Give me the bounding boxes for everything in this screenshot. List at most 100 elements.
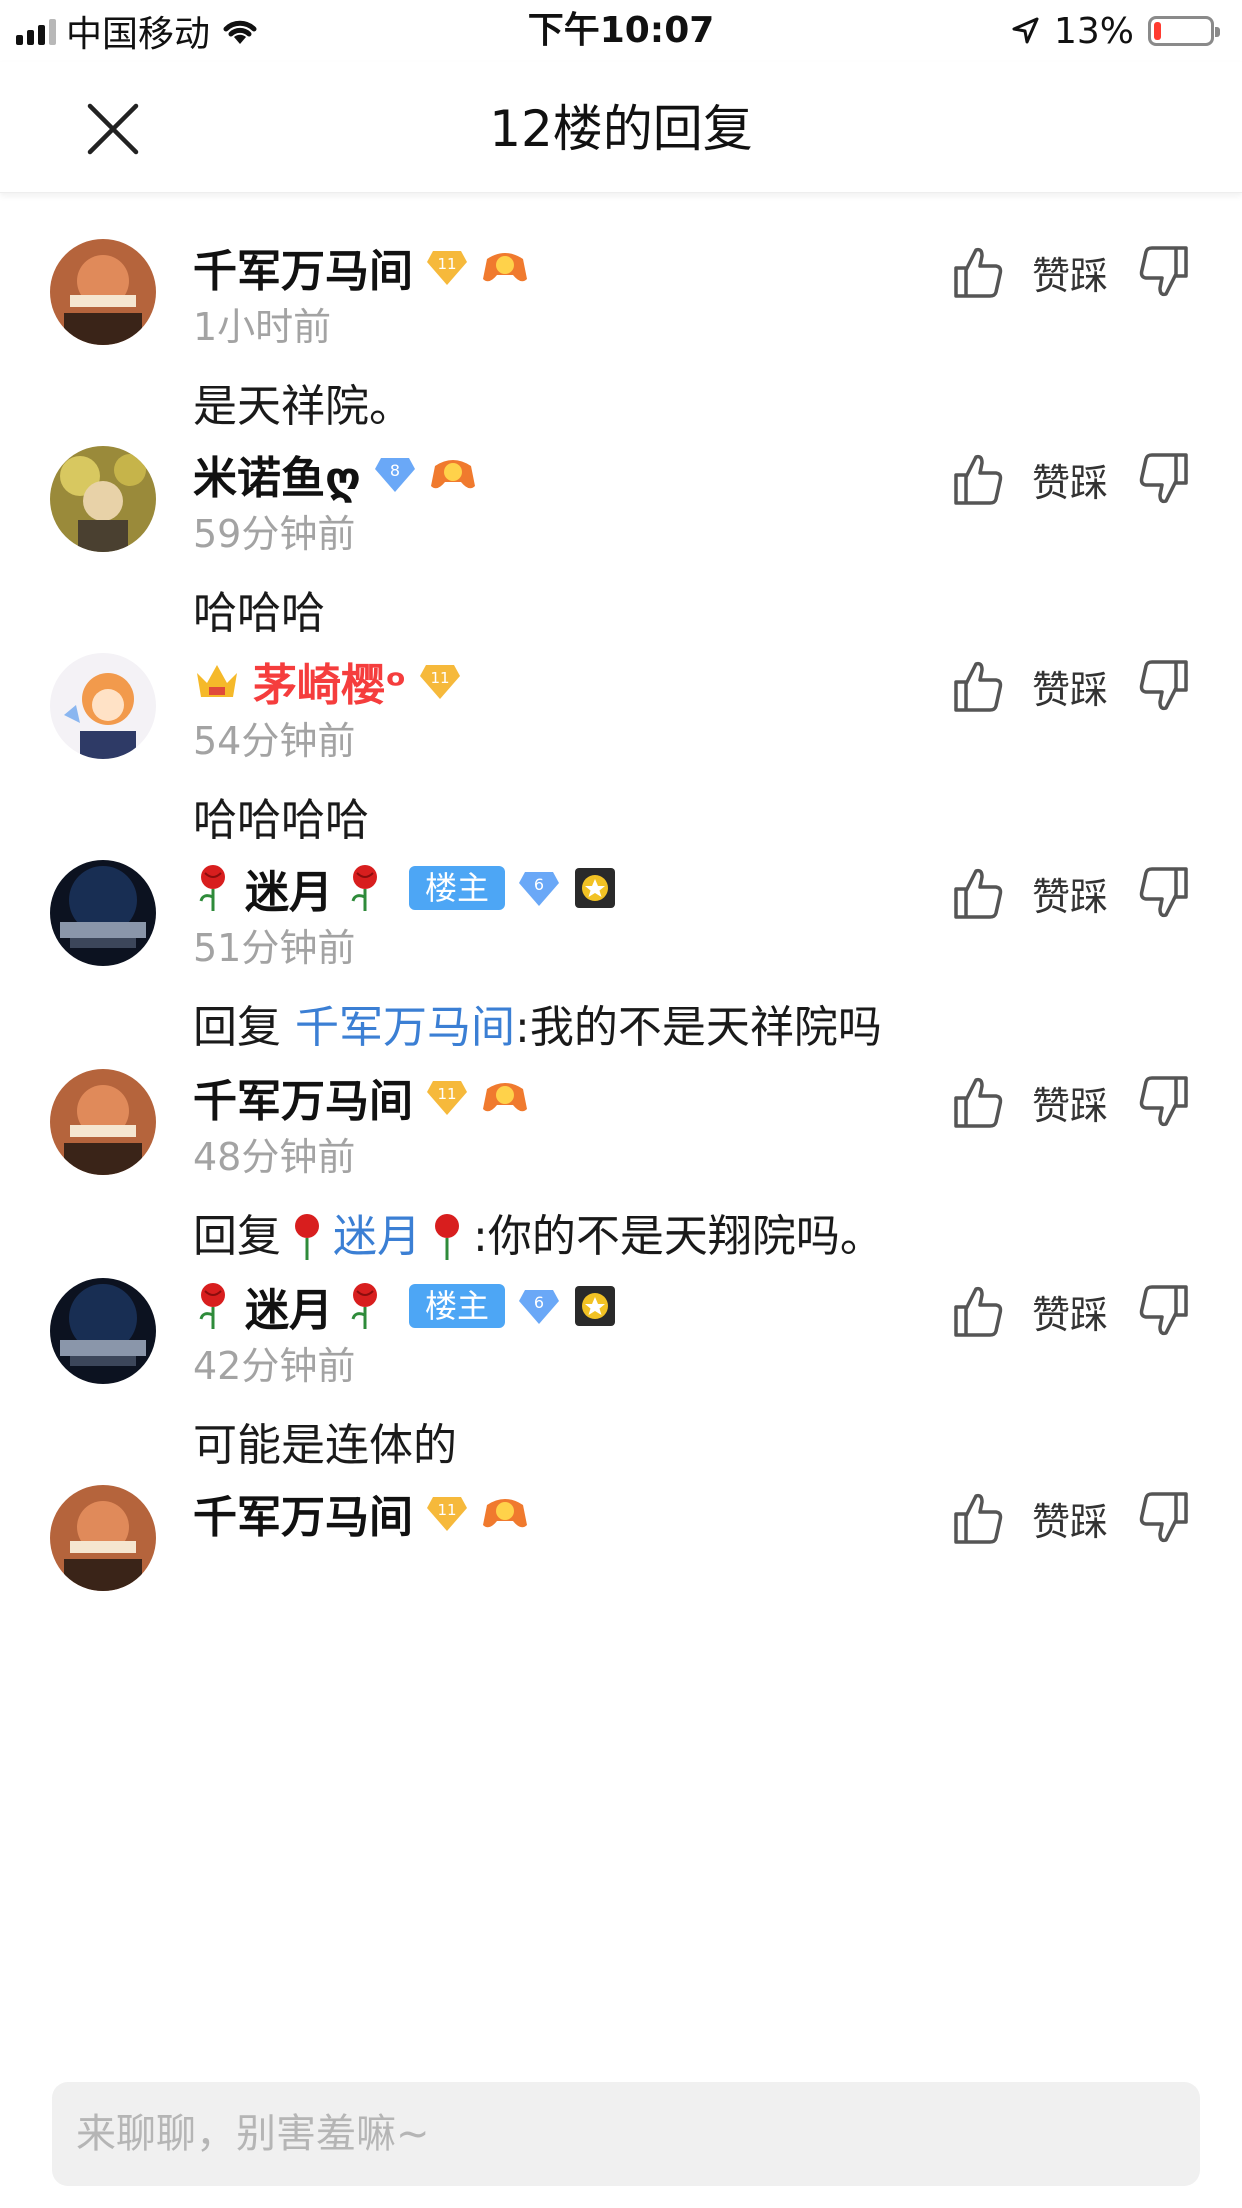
username-row: 千军万马间 11	[193, 1067, 529, 1127]
thumbs-down-icon	[1139, 867, 1188, 918]
dislike-button[interactable]	[1138, 1490, 1190, 1546]
username[interactable]: 千军万马间	[193, 1065, 413, 1129]
username[interactable]: 迷月	[245, 1274, 333, 1338]
dislike-button[interactable]	[1138, 1074, 1190, 1130]
location-arrow-icon	[1012, 17, 1039, 44]
vote-actions: 赞踩	[952, 863, 1190, 923]
level-badge-blue-icon: 6	[517, 866, 561, 910]
vote-label: 赞踩	[1031, 1499, 1108, 1544]
like-button[interactable]	[952, 865, 1004, 921]
like-button[interactable]	[952, 1490, 1004, 1546]
crown-vip-icon	[193, 659, 241, 703]
level-badge-gold-icon: 11	[418, 659, 462, 703]
level-badge-gold-icon: 11	[425, 1075, 469, 1119]
thumbs-up-icon	[954, 868, 1003, 919]
avatar[interactable]	[50, 1278, 156, 1384]
thumbs-up-icon	[954, 661, 1003, 712]
avatar[interactable]	[50, 1485, 156, 1591]
vote-actions: 赞踩	[952, 1281, 1190, 1341]
username-row: 迷月 楼主 6	[193, 1276, 617, 1336]
username[interactable]: 米诺鱼ღ	[193, 442, 361, 506]
status-bar: 中国移动 下午10:07 13%	[0, 0, 1242, 62]
svg-text:11: 11	[437, 255, 456, 273]
reply-time: 59分钟前	[193, 512, 356, 556]
like-button[interactable]	[952, 1283, 1004, 1339]
avatar[interactable]	[50, 653, 156, 759]
thumbs-up-icon	[954, 1493, 1003, 1544]
thumbs-down-icon	[1139, 660, 1188, 711]
vote-label: 赞踩	[1031, 253, 1108, 298]
rose-icon	[345, 863, 385, 913]
svg-text:11: 11	[431, 669, 450, 687]
reply-time: 42分钟前	[193, 1344, 356, 1388]
like-button[interactable]	[952, 1074, 1004, 1130]
host-badge: 楼主	[409, 866, 506, 910]
achievement-badge-icon	[573, 866, 617, 910]
username-row: 米诺鱼ღ 8	[193, 444, 477, 504]
username-row: 茅崎樱ᵒ 11	[193, 651, 462, 711]
vote-label: 赞踩	[1031, 667, 1108, 712]
thumbs-up-icon	[954, 247, 1003, 298]
svg-text:11: 11	[437, 1501, 456, 1519]
avatar[interactable]	[50, 239, 156, 345]
svg-text:6: 6	[534, 1293, 544, 1312]
reply-list[interactable]: 千军万马间 11 1小时前 是天祥院。 赞踩 米诺鱼ღ 8 59分钟前 哈哈哈 …	[0, 192, 1242, 2060]
vote-label: 赞踩	[1031, 1292, 1108, 1337]
dislike-button[interactable]	[1138, 451, 1190, 507]
vote-label: 赞踩	[1031, 460, 1108, 505]
vote-label: 赞踩	[1031, 874, 1108, 919]
vote-actions: 赞踩	[952, 656, 1190, 716]
comment-input[interactable]	[52, 2082, 1200, 2186]
vote-actions: 赞踩	[952, 449, 1190, 509]
dislike-button[interactable]	[1138, 658, 1190, 714]
username[interactable]: 千军万马间	[193, 235, 413, 299]
rose-icon	[193, 863, 233, 913]
username-row: 千军万马间 11	[193, 1483, 529, 1543]
achievement-badge-icon	[573, 1284, 617, 1328]
vote-actions: 赞踩	[952, 1488, 1190, 1548]
avatar[interactable]	[50, 860, 156, 966]
thumbs-up-icon	[954, 1077, 1003, 1128]
username-row: 迷月 楼主 6	[193, 858, 617, 918]
thumbs-down-icon	[1139, 1492, 1188, 1543]
like-button[interactable]	[952, 451, 1004, 507]
username[interactable]: 迷月	[245, 856, 333, 920]
reply-item: 千军万马间 11 赞踩	[0, 1438, 1242, 1730]
nav-header: 12楼的回复	[0, 62, 1242, 193]
comment-bar	[0, 2060, 1242, 2208]
reply-time: 48分钟前	[193, 1135, 356, 1179]
svg-text:11: 11	[437, 1085, 456, 1103]
thumbs-down-icon	[1139, 246, 1188, 297]
reply-time: 54分钟前	[193, 719, 356, 763]
gamepad-badge-icon	[481, 1075, 529, 1119]
like-button[interactable]	[952, 658, 1004, 714]
avatar[interactable]	[50, 1069, 156, 1175]
level-badge-gold-icon: 11	[425, 1491, 469, 1535]
status-right: 13%	[1010, 8, 1220, 54]
page-title: 12楼的回复	[489, 100, 753, 158]
svg-text:8: 8	[390, 461, 400, 480]
dislike-button[interactable]	[1138, 865, 1190, 921]
reply-time: 1小时前	[193, 305, 332, 349]
vote-label: 赞踩	[1031, 1083, 1108, 1128]
svg-text:6: 6	[534, 875, 544, 894]
rose-icon	[345, 1281, 385, 1331]
level-badge-blue-icon: 6	[517, 1284, 561, 1328]
level-badge-gold-icon: 11	[425, 245, 469, 289]
host-badge: 楼主	[409, 1284, 506, 1328]
gamepad-badge-icon	[481, 1491, 529, 1535]
username[interactable]: 茅崎樱ᵒ	[253, 649, 406, 713]
avatar[interactable]	[50, 446, 156, 552]
thumbs-down-icon	[1139, 1285, 1188, 1336]
dislike-button[interactable]	[1138, 1283, 1190, 1339]
thumbs-down-icon	[1139, 453, 1188, 504]
level-badge-blue-icon: 8	[373, 452, 417, 496]
thumbs-up-icon	[954, 454, 1003, 505]
reply-time: 51分钟前	[193, 926, 356, 970]
like-button[interactable]	[952, 244, 1004, 300]
vote-actions: 赞踩	[952, 1072, 1190, 1132]
gamepad-badge-icon	[481, 245, 529, 289]
username[interactable]: 千军万马间	[193, 1481, 413, 1545]
thumbs-down-icon	[1139, 1076, 1188, 1127]
dislike-button[interactable]	[1138, 244, 1190, 300]
